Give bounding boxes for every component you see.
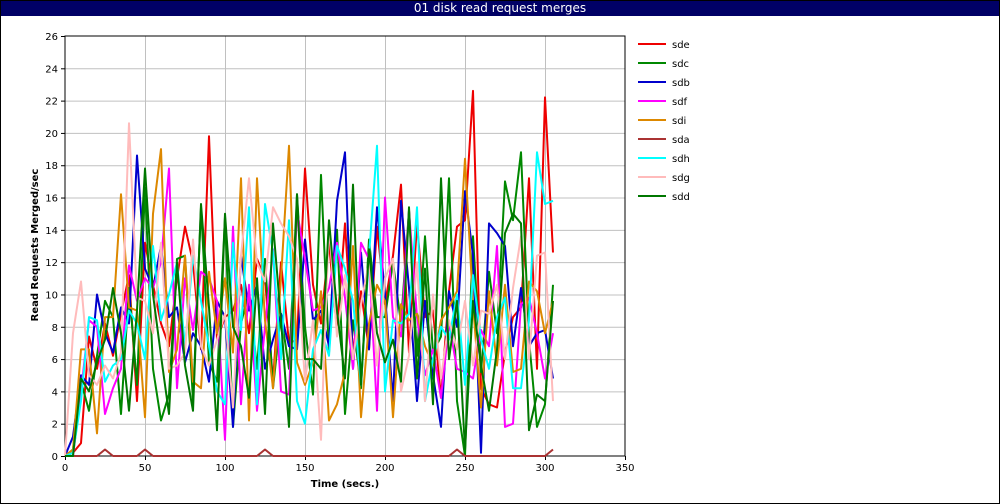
y-tick-label: 10: [45, 290, 58, 301]
y-tick-label: 12: [45, 258, 58, 269]
legend-label-sde: sde: [672, 40, 690, 51]
x-tick-label: 300: [535, 463, 554, 474]
x-tick-label: 250: [455, 463, 474, 474]
legend-label-sdg: sdg: [672, 173, 690, 184]
y-tick-label: 6: [52, 355, 58, 366]
x-tick-label: 200: [375, 463, 394, 474]
x-tick-label: 100: [215, 463, 234, 474]
x-axis-label: Time (secs.): [311, 479, 380, 490]
legend-label-sdd: sdd: [672, 192, 690, 203]
y-tick-label: 8: [52, 323, 58, 334]
x-tick-label: 350: [615, 463, 634, 474]
series-line-sda: [65, 448, 554, 457]
legend-label-sda: sda: [672, 135, 690, 146]
y-tick-label: 0: [52, 452, 58, 463]
y-tick-label: 16: [45, 194, 58, 205]
legend-label-sdi: sdi: [672, 116, 686, 127]
legend-label-sdf: sdf: [672, 97, 688, 108]
y-tick-label: 4: [52, 387, 58, 398]
legend-label-sdb: sdb: [672, 78, 690, 89]
y-tick-label: 22: [45, 97, 58, 108]
x-tick-label: 50: [139, 463, 152, 474]
y-tick-label: 2: [52, 420, 58, 431]
legend: sde sdc sdb sdf sdi sda sdh sdg sdd: [638, 40, 690, 203]
legend-label-sdc: sdc: [672, 59, 689, 70]
y-tick-label: 26: [45, 32, 58, 43]
series-lines: [64, 89, 554, 457]
y-axis-label: Read Requests Merged/sec: [30, 169, 41, 322]
legend-label-sdh: sdh: [672, 154, 690, 165]
y-tick-label: 18: [45, 161, 58, 172]
y-tick-label: 20: [45, 129, 58, 140]
y-tick-label: 24: [45, 64, 58, 75]
y-tick-label: 14: [45, 226, 58, 237]
x-tick-label: 0: [62, 463, 68, 474]
line-chart: 024681012141618202224260 50 100 150 200 250 30…: [30, 32, 690, 490]
x-tick-label: 150: [295, 463, 314, 474]
